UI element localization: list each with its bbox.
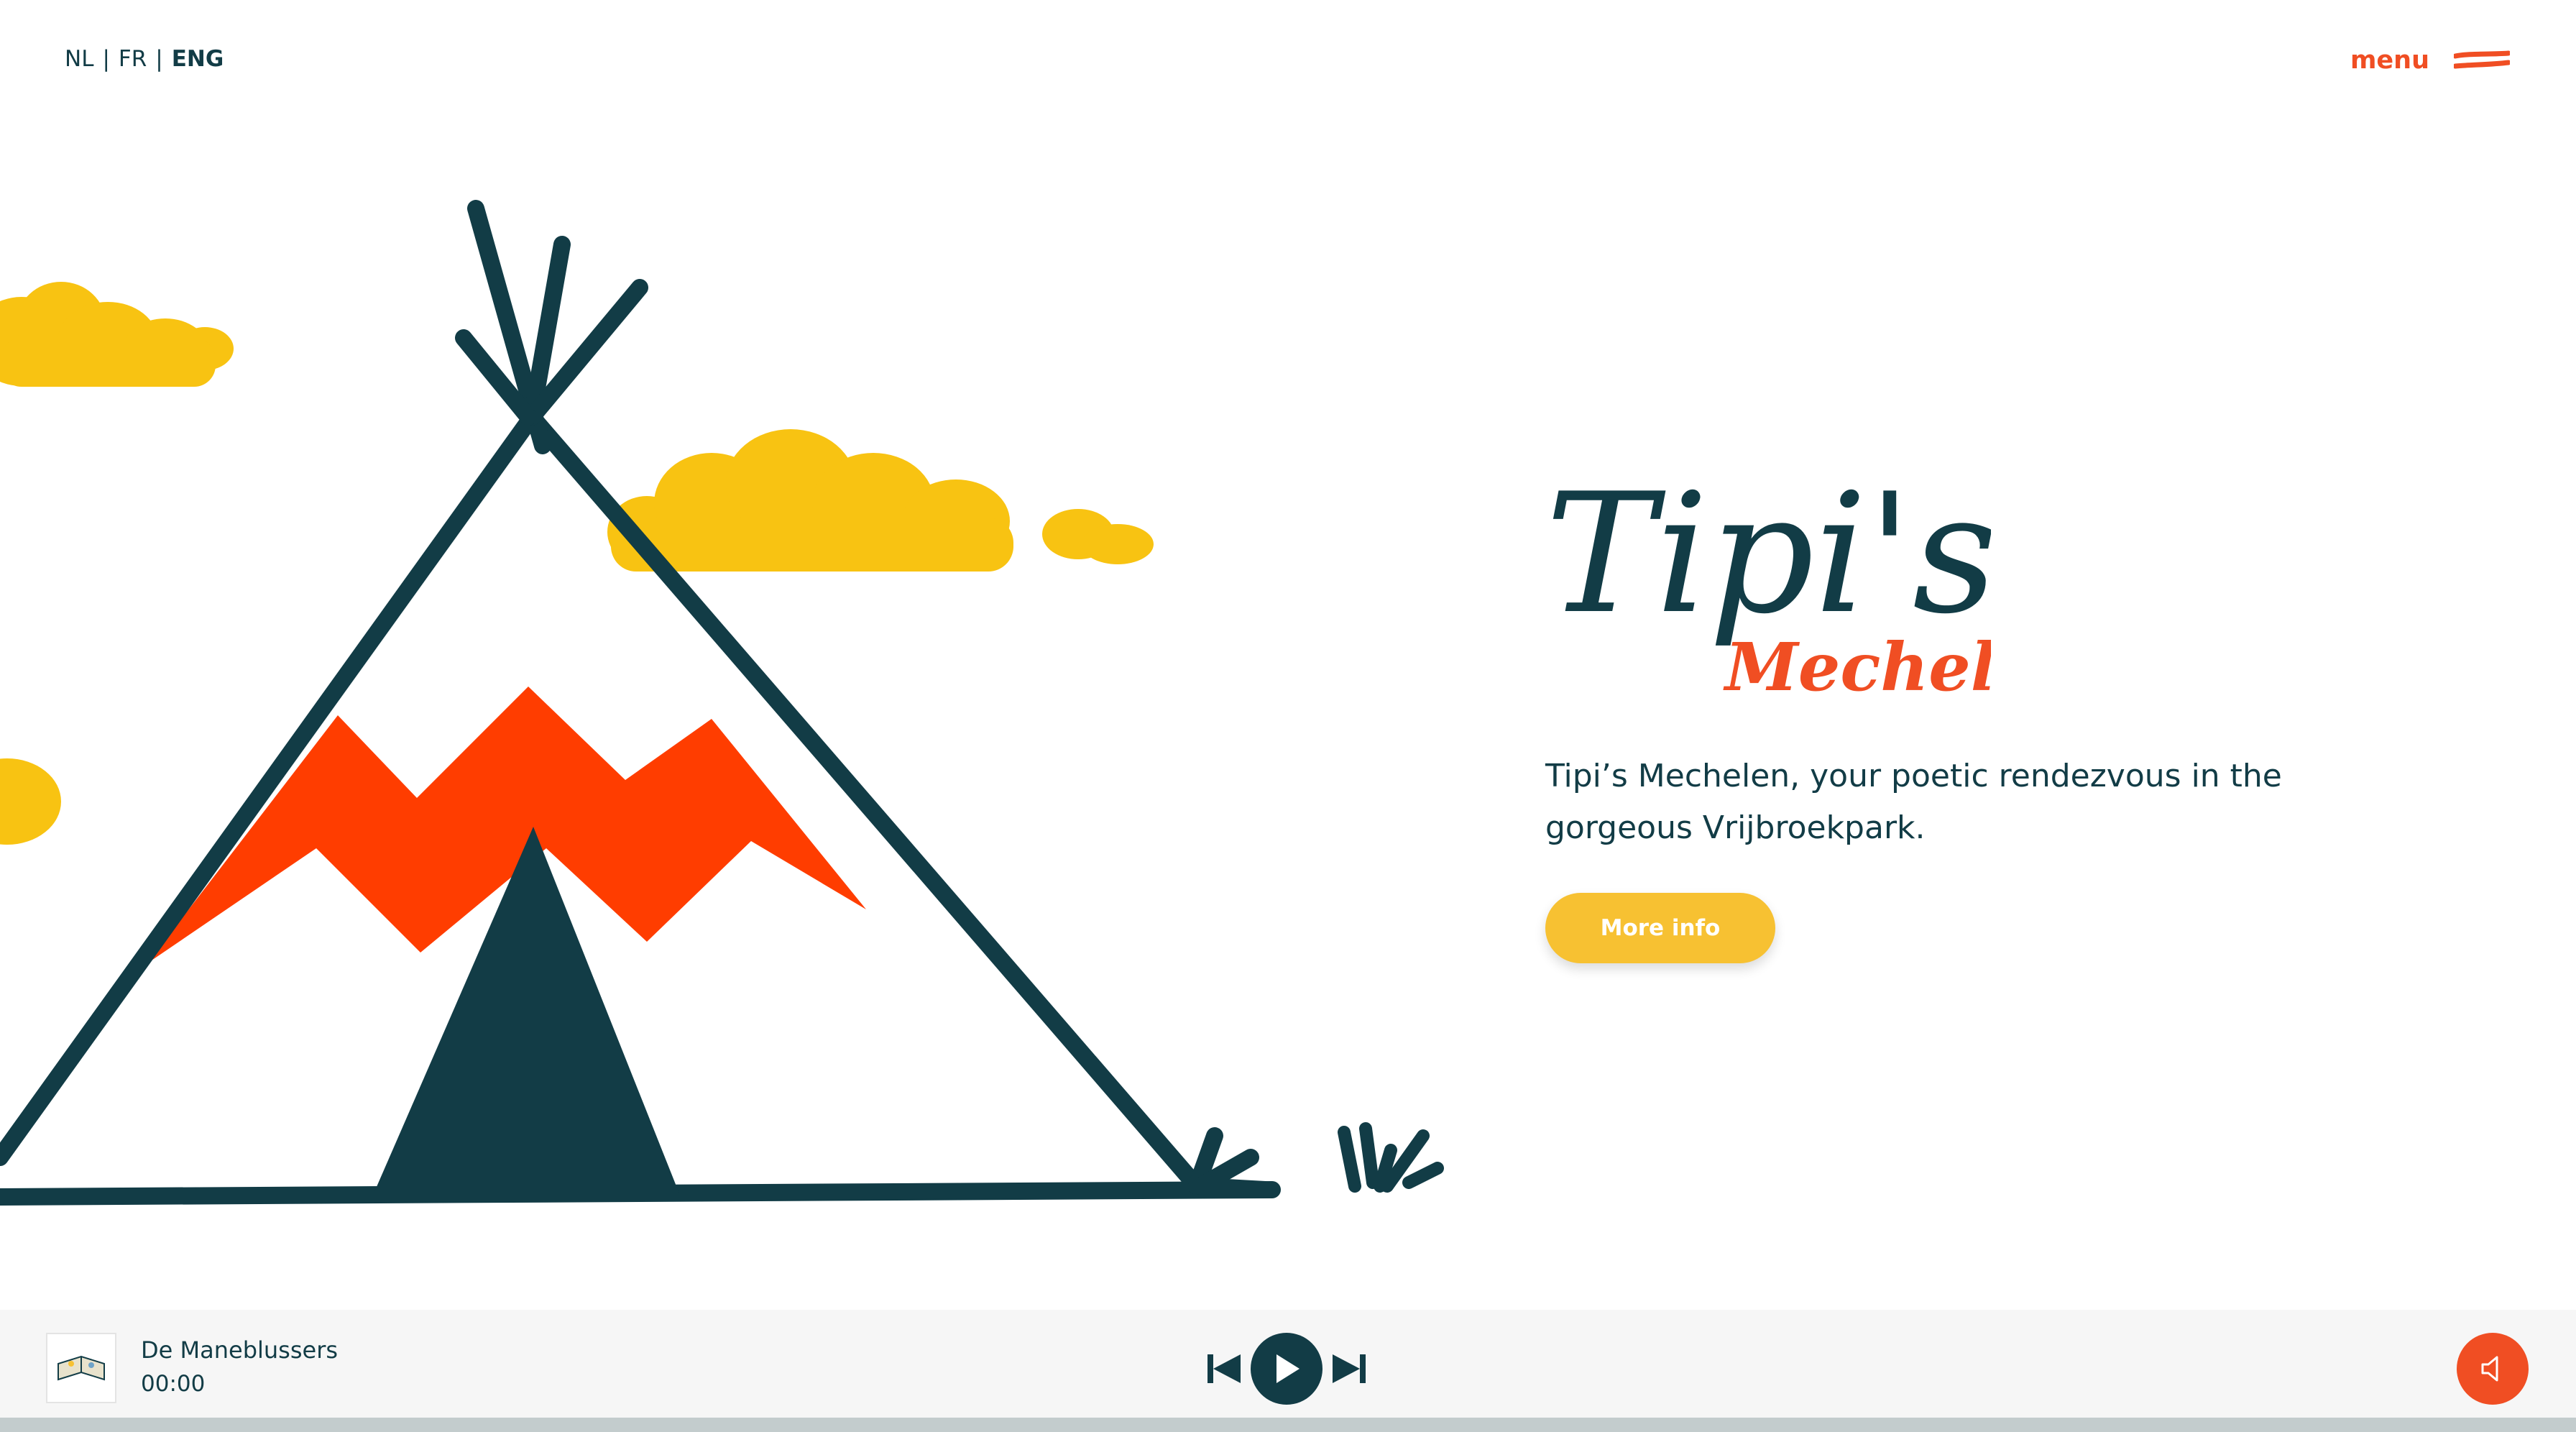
logo-title: Tipi's	[1545, 459, 1991, 651]
more-info-button[interactable]: More info	[1545, 893, 1775, 963]
hero-content: Tipi's Mechelen Tipi’s Mechelen, your po…	[1545, 446, 2408, 963]
cloud-left-edge	[0, 758, 61, 845]
book-cover-icon	[46, 1333, 116, 1403]
speaker-icon	[2481, 1356, 2498, 1382]
play-icon	[1276, 1354, 1300, 1383]
logo-subtitle: Mechelen	[1723, 628, 1991, 706]
track-time: 00:00	[141, 1371, 206, 1397]
language-separator: |	[102, 46, 110, 72]
hamburger-icon	[2454, 49, 2510, 72]
tipi-tent-illustration	[0, 173, 1466, 1251]
volume-button[interactable]	[2457, 1333, 2529, 1405]
skip-next-icon[interactable]	[1333, 1353, 1366, 1385]
language-eng[interactable]: ENG	[172, 46, 224, 72]
menu-button[interactable]: menu	[2350, 40, 2510, 81]
playback-progress-bar[interactable]	[0, 1418, 2576, 1432]
language-switcher: NL | FR | ENG	[65, 43, 224, 75]
hero-intro-text: Tipi’s Mechelen, your poetic rendezvous …	[1545, 758, 2282, 846]
language-nl[interactable]: NL	[65, 46, 93, 72]
skip-previous-icon[interactable]	[1208, 1353, 1241, 1385]
tipis-mechelen-logo: Tipi's Mechelen	[1545, 446, 2408, 719]
audio-player: De Maneblussers 00:00	[0, 1310, 2576, 1418]
cloud-top-left	[0, 282, 234, 387]
cloud-middle	[607, 429, 1154, 572]
play-button[interactable]	[1251, 1333, 1322, 1405]
language-separator: |	[155, 46, 163, 72]
track-title: De Maneblussers	[141, 1336, 339, 1364]
track-info: De Maneblussers 00:00	[141, 1334, 338, 1402]
menu-label: menu	[2350, 46, 2429, 75]
playback-controls	[1208, 1333, 1366, 1405]
language-fr[interactable]: FR	[119, 46, 147, 72]
